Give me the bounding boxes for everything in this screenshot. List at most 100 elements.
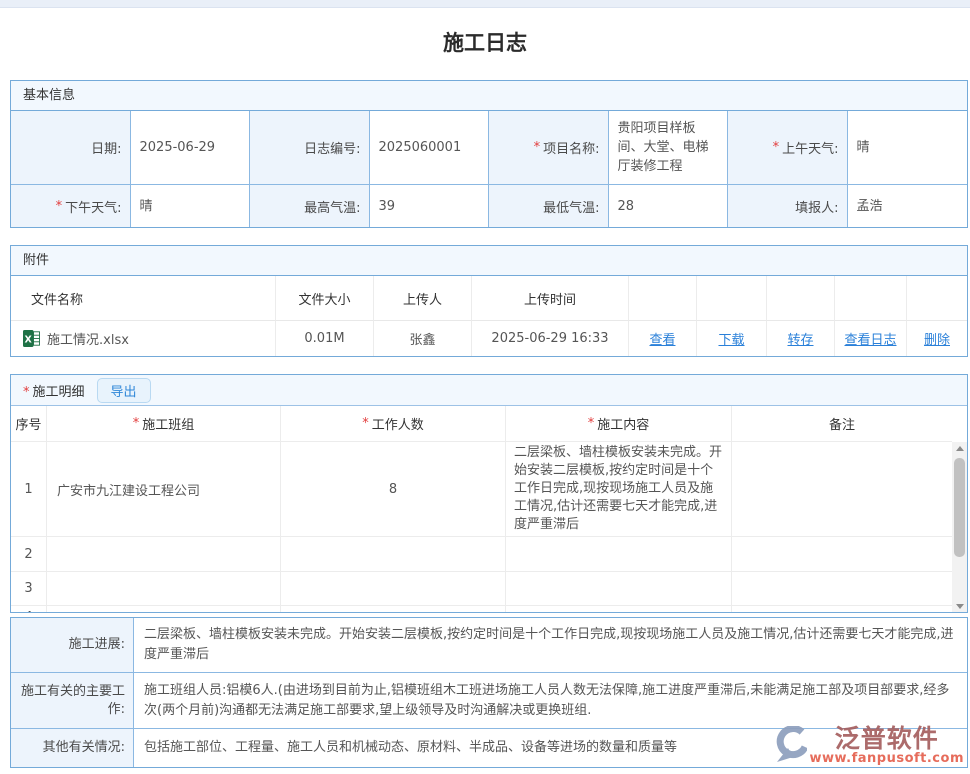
col-upload-time: 上传时间 bbox=[472, 276, 629, 321]
field-value-min-temp: 28 bbox=[609, 185, 729, 227]
field-label-date: 日期: bbox=[11, 111, 131, 185]
view-log-link[interactable]: 查看日志 bbox=[844, 329, 896, 348]
detail-rows: 1 广安市九江建设工程公司 8 二层梁板、墙柱模板安装未完成。开始安装二层模板,… bbox=[11, 442, 952, 612]
attachments-table-header: 文件名称 文件大小 上传人 上传时间 bbox=[11, 276, 967, 321]
row-workers bbox=[281, 572, 506, 605]
field-label-max-temp: 最高气温: bbox=[250, 185, 370, 227]
summary-row-other: 其他有关情况: 包括施工部位、工程量、施工人员和机械动态、原材料、半成品、设备等… bbox=[11, 729, 967, 767]
field-label-log-no: 日志编号: bbox=[250, 111, 370, 185]
summary-label-other: 其他有关情况: bbox=[11, 729, 134, 767]
field-value-date: 2025-06-29 bbox=[131, 111, 251, 185]
attachment-file-size: 0.01M bbox=[276, 321, 374, 356]
row-remark bbox=[732, 537, 952, 571]
col-file-size: 文件大小 bbox=[276, 276, 374, 321]
scrollbar-down-arrow-icon[interactable] bbox=[952, 600, 967, 612]
summary-value-other: 包括施工部位、工程量、施工人员和机械动态、原材料、半成品、设备等进场的数量和质量… bbox=[134, 729, 967, 767]
row-no: 4 bbox=[11, 606, 47, 612]
row-no: 3 bbox=[11, 572, 47, 605]
detail-section-header: *施工明细 导出 bbox=[11, 375, 967, 406]
basic-info-section: 基本信息 日期: 2025-06-29 日志编号: 2025060001 *项目… bbox=[10, 80, 968, 228]
scrollbar-up-arrow-icon[interactable] bbox=[952, 442, 967, 454]
required-asterisk: * bbox=[362, 416, 369, 431]
detail-table-header: 序号 *施工班组 *工作人数 *施工内容 备注 bbox=[11, 406, 952, 442]
row-remark bbox=[732, 442, 952, 536]
summary-row-progress: 施工进展: 二层梁板、墙柱模板安装未完成。开始安装二层模板,按约定时间是十个工作… bbox=[11, 618, 967, 673]
summary-row-main-work: 施工有关的主要工作: 施工班组人员:铝模6人.(由进场到目前为止,铝模班组木工班… bbox=[11, 673, 967, 729]
required-asterisk: * bbox=[56, 199, 63, 214]
col-action-2 bbox=[697, 276, 767, 321]
row-workers bbox=[281, 537, 506, 571]
detail-table-body: 1 广安市九江建设工程公司 8 二层梁板、墙柱模板安装未完成。开始安装二层模板,… bbox=[11, 442, 967, 612]
page-title: 施工日志 bbox=[0, 8, 970, 80]
field-value-project-name: 贵阳项目样板间、大堂、电梯厅装修工程 bbox=[609, 111, 729, 185]
col-workers: *工作人数 bbox=[281, 406, 506, 442]
field-value-log-no: 2025060001 bbox=[370, 111, 490, 185]
attachment-upload-time: 2025-06-29 16:33 bbox=[472, 321, 629, 356]
summary-value-main-work: 施工班组人员:铝模6人.(由进场到目前为止,铝模班组木工班进场施工人员人数无法保… bbox=[134, 673, 967, 728]
row-remark bbox=[732, 606, 952, 612]
field-label-morning-weather: *上午天气: bbox=[728, 111, 848, 185]
col-no: 序号 bbox=[11, 406, 47, 442]
row-remark bbox=[732, 572, 952, 605]
download-link[interactable]: 下载 bbox=[718, 329, 744, 348]
col-file-name: 文件名称 bbox=[11, 276, 276, 321]
row-team bbox=[47, 537, 281, 571]
row-content bbox=[506, 537, 732, 571]
field-label-reporter: 填报人: bbox=[728, 185, 848, 227]
row-no: 1 bbox=[11, 442, 47, 536]
attachment-file-name: 施工情况.xlsx bbox=[47, 329, 129, 348]
required-asterisk: * bbox=[588, 416, 595, 431]
row-team bbox=[47, 606, 281, 612]
col-uploader: 上传人 bbox=[374, 276, 472, 321]
field-label-afternoon-weather: *下午天气: bbox=[11, 185, 131, 227]
basic-info-grid: 日期: 2025-06-29 日志编号: 2025060001 *项目名称: 贵… bbox=[11, 111, 967, 227]
row-workers: 8 bbox=[281, 442, 506, 536]
summary-label-progress: 施工进展: bbox=[11, 618, 134, 672]
summary-value-progress: 二层梁板、墙柱模板安装未完成。开始安装二层模板,按约定时间是十个工作日完成,现按… bbox=[134, 618, 967, 672]
row-workers bbox=[281, 606, 506, 612]
export-button[interactable]: 导出 bbox=[97, 378, 151, 403]
top-bar bbox=[0, 0, 970, 8]
row-no: 2 bbox=[11, 537, 47, 571]
detail-row-1: 1 广安市九江建设工程公司 8 二层梁板、墙柱模板安装未完成。开始安装二层模板,… bbox=[11, 442, 952, 537]
summary-section: 施工进展: 二层梁板、墙柱模板安装未完成。开始安装二层模板,按约定时间是十个工作… bbox=[10, 617, 968, 768]
detail-row-3: 3 bbox=[11, 572, 952, 606]
col-content: *施工内容 bbox=[506, 406, 732, 442]
required-asterisk: * bbox=[23, 385, 30, 400]
col-action-3 bbox=[767, 276, 835, 321]
basic-info-header: 基本信息 bbox=[11, 81, 967, 111]
detail-section: *施工明细 导出 序号 *施工班组 *工作人数 *施工内容 备注 1 广安市九江… bbox=[10, 374, 968, 613]
transfer-link[interactable]: 转存 bbox=[787, 329, 813, 348]
detail-row-4: 4 bbox=[11, 606, 952, 612]
field-label-min-temp: 最低气温: bbox=[489, 185, 609, 227]
detail-row-2: 2 bbox=[11, 537, 952, 572]
col-action-5 bbox=[907, 276, 967, 321]
required-asterisk: * bbox=[534, 140, 541, 155]
attachment-uploader: 张鑫 bbox=[374, 321, 472, 356]
summary-label-main-work: 施工有关的主要工作: bbox=[11, 673, 134, 728]
attachment-row: X 施工情况.xlsx 0.01M 张鑫 2025-06-29 16:33 查看… bbox=[11, 321, 967, 356]
field-label-project-name: *项目名称: bbox=[489, 111, 609, 185]
attachments-section: 附件 文件名称 文件大小 上传人 上传时间 X 施工情况.xlsx 0.01M … bbox=[10, 245, 968, 357]
col-action-4 bbox=[835, 276, 907, 321]
row-content bbox=[506, 572, 732, 605]
row-team: 广安市九江建设工程公司 bbox=[47, 442, 281, 536]
detail-vertical-scrollbar[interactable] bbox=[952, 442, 967, 612]
row-team bbox=[47, 572, 281, 605]
scrollbar-thumb[interactable] bbox=[954, 458, 965, 557]
field-value-afternoon-weather: 晴 bbox=[131, 185, 251, 227]
col-team: *施工班组 bbox=[47, 406, 281, 442]
view-link[interactable]: 查看 bbox=[649, 329, 675, 348]
row-content: 二层梁板、墙柱模板安装未完成。开始安装二层模板,按约定时间是十个工作日完成,现按… bbox=[506, 442, 732, 536]
field-value-morning-weather: 晴 bbox=[848, 111, 968, 185]
attachment-file-cell: X 施工情况.xlsx bbox=[11, 321, 276, 356]
field-value-max-temp: 39 bbox=[370, 185, 490, 227]
attachments-header: 附件 bbox=[11, 246, 967, 276]
svg-text:X: X bbox=[25, 335, 33, 346]
required-asterisk: * bbox=[133, 416, 140, 431]
excel-file-icon: X bbox=[23, 330, 40, 347]
row-content bbox=[506, 606, 732, 612]
col-remark: 备注 bbox=[732, 406, 952, 442]
col-action-1 bbox=[629, 276, 697, 321]
delete-link[interactable]: 删除 bbox=[924, 329, 950, 348]
